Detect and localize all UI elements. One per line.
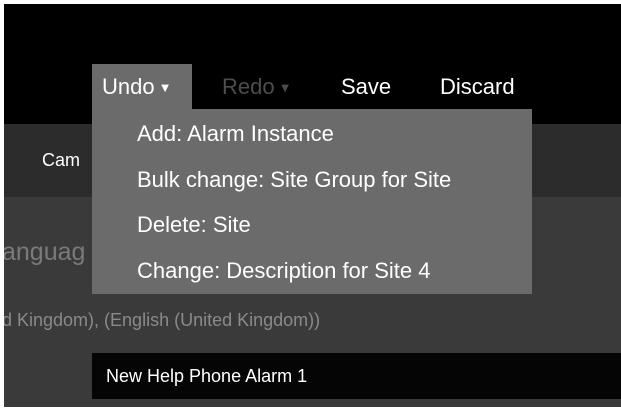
undo-button[interactable]: Undo ▼	[92, 64, 192, 109]
chevron-down-icon: ▼	[278, 80, 292, 95]
undo-menu-item[interactable]: Change: Description for Site 4	[137, 258, 431, 284]
undo-menu-item[interactable]: Delete: Site	[137, 212, 251, 238]
redo-button[interactable]: Redo ▼	[222, 64, 291, 109]
app-window: Cam anguag d Kingdom), (English (United …	[4, 4, 621, 407]
nav-tab-cameras[interactable]: Cam	[42, 124, 80, 197]
undo-label: Undo	[102, 74, 155, 99]
language-label: anguag	[4, 238, 86, 266]
language-value: d Kingdom), (English (United Kingdom))	[4, 310, 321, 330]
undo-menu-item[interactable]: Bulk change: Site Group for Site	[137, 167, 451, 193]
discard-button[interactable]: Discard	[440, 64, 515, 109]
undo-dropdown-menu: Add: Alarm Instance Bulk change: Site Gr…	[92, 109, 532, 294]
save-button[interactable]: Save	[341, 64, 391, 109]
chevron-down-icon: ▼	[158, 80, 172, 95]
undo-menu-item[interactable]: Add: Alarm Instance	[137, 121, 334, 147]
redo-label: Redo	[222, 74, 275, 99]
name-field[interactable]: New Help Phone Alarm 1	[92, 353, 621, 399]
